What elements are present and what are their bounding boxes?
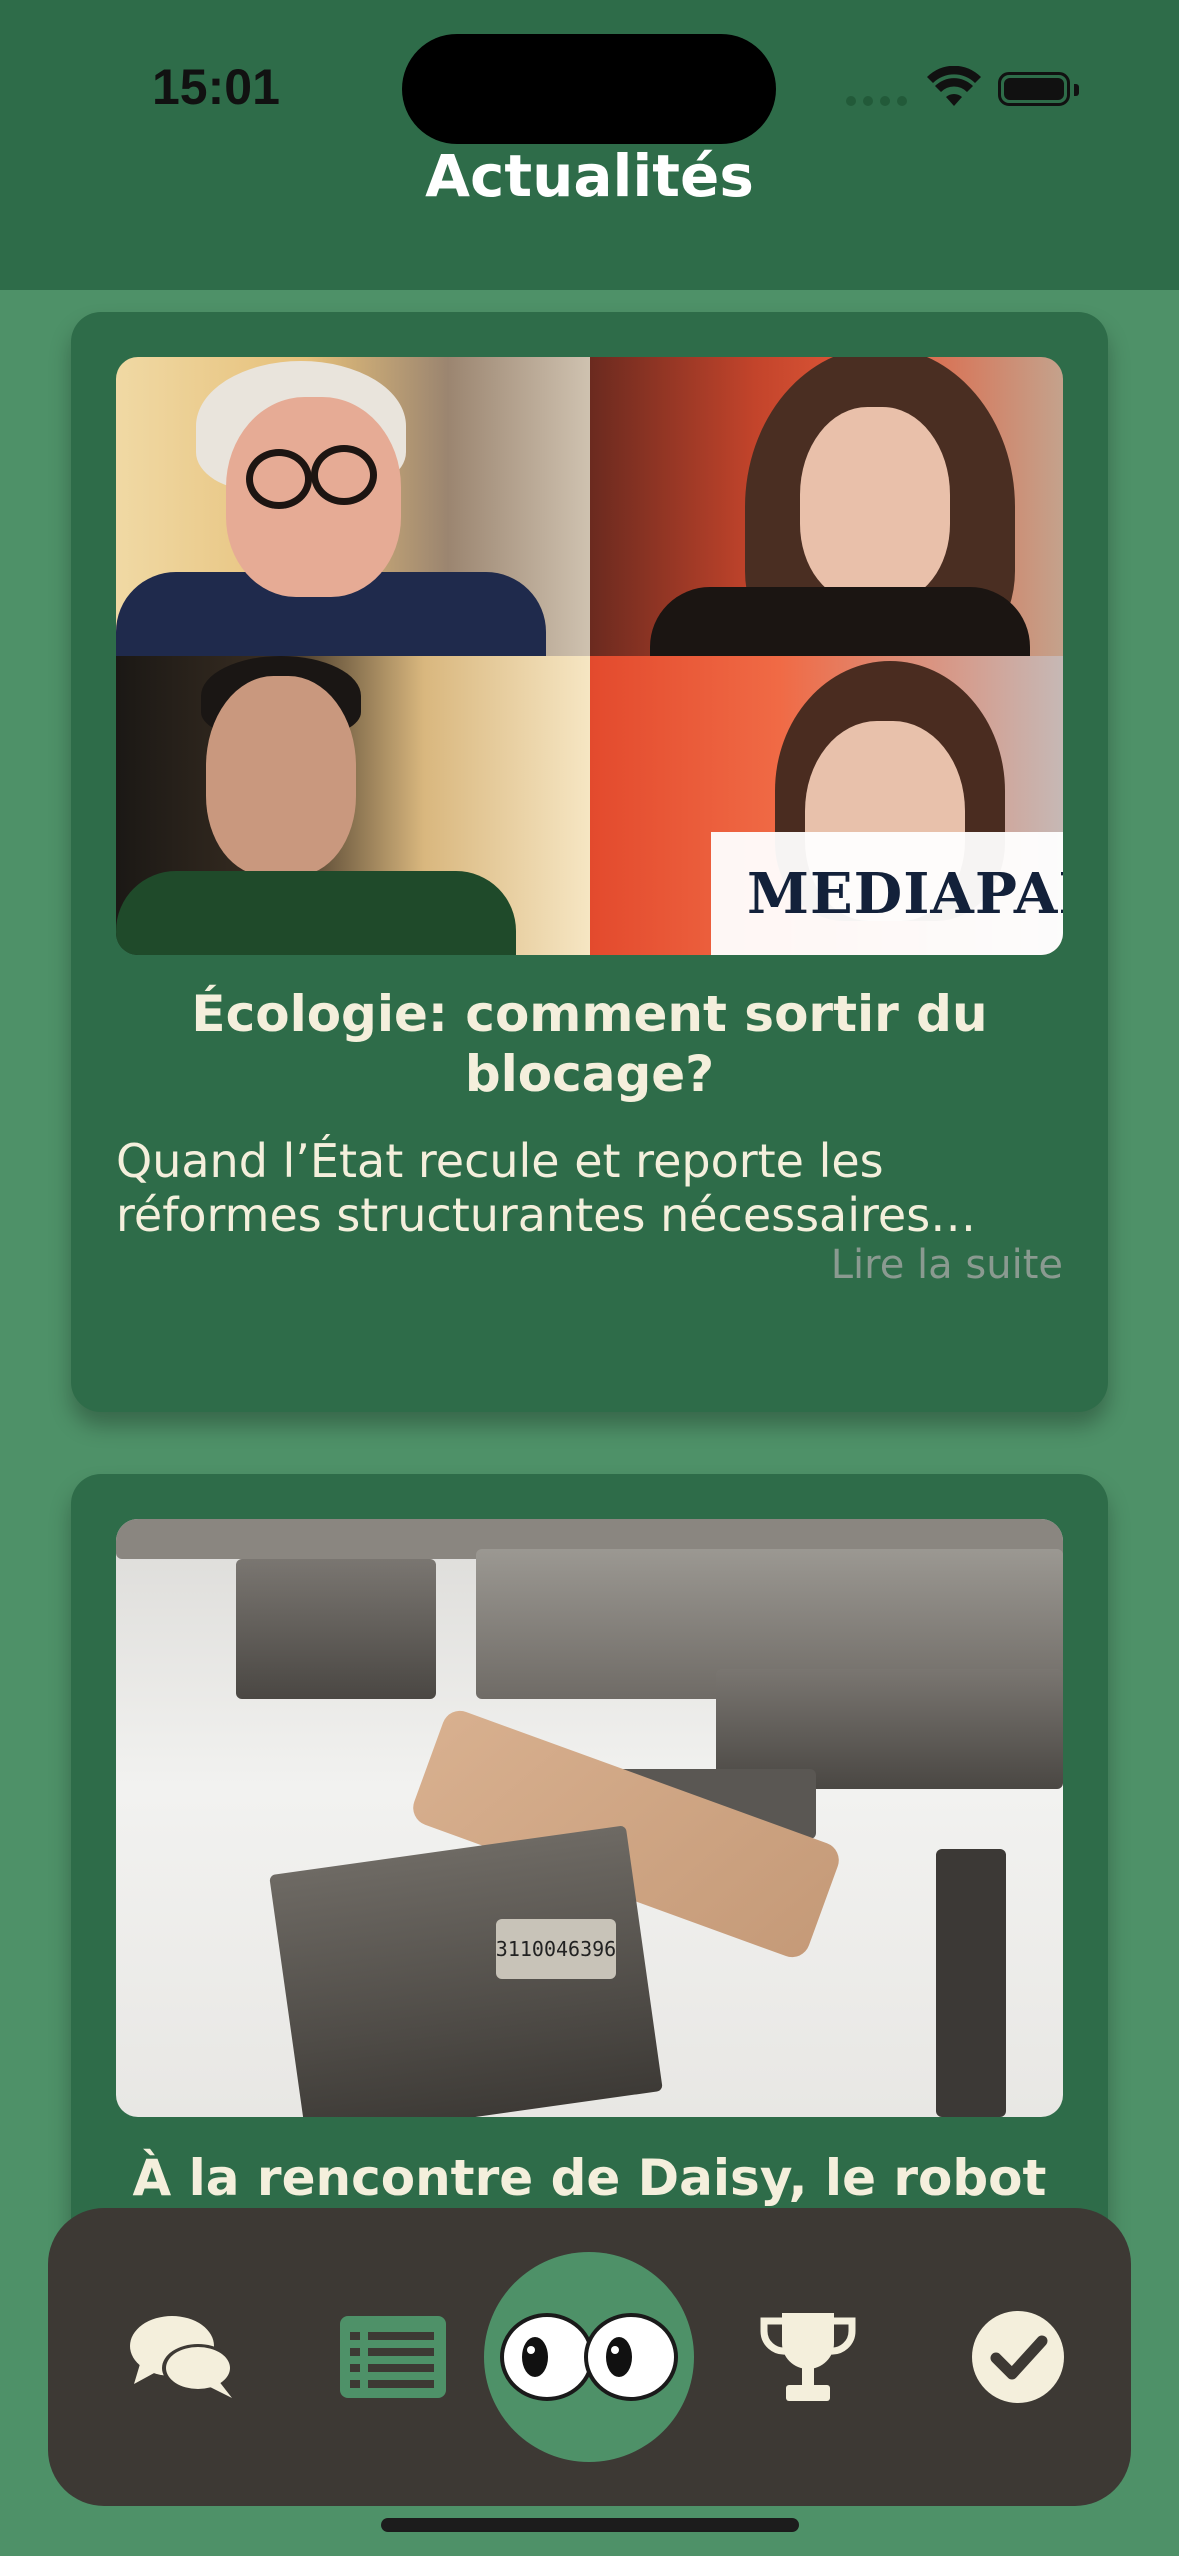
article-title: Écologie: comment sortir du blocage? bbox=[191, 985, 988, 1103]
article-title: À la rencontre de Daisy, le robot bbox=[132, 2149, 1047, 2207]
article-image[interactable]: MEDIAPART bbox=[116, 357, 1063, 955]
app-header: 15:01 Actualités bbox=[0, 0, 1179, 290]
robot-part-label: 3110046396 bbox=[496, 1919, 616, 1979]
read-more-link[interactable]: Lire la suite bbox=[831, 1242, 1063, 1288]
battery-icon bbox=[998, 72, 1070, 106]
debate-panel-top-right bbox=[589, 357, 1063, 656]
cellular-signal-icon bbox=[846, 96, 907, 106]
checkmark-circle-icon bbox=[972, 2311, 1064, 2403]
tab-check[interactable] bbox=[928, 2208, 1108, 2506]
debate-panel-bottom-left bbox=[116, 656, 590, 955]
tab-chat[interactable] bbox=[93, 2208, 273, 2506]
mediapart-logo: MEDIAPART bbox=[711, 832, 1063, 955]
chat-bubbles-icon bbox=[130, 2316, 234, 2398]
dynamic-island bbox=[402, 34, 776, 144]
tab-trophy[interactable] bbox=[718, 2208, 898, 2506]
article-image[interactable]: 3110046396 bbox=[116, 1519, 1063, 2117]
article-excerpt: Quand l’État recule et reporte les réfor… bbox=[116, 1134, 977, 1242]
tab-bar bbox=[48, 2208, 1131, 2506]
list-icon bbox=[340, 2316, 446, 2398]
home-indicator bbox=[381, 2518, 799, 2532]
tab-list[interactable] bbox=[303, 2208, 483, 2506]
status-icons bbox=[846, 62, 1086, 112]
tab-home[interactable] bbox=[483, 2208, 695, 2506]
article-card[interactable]: MEDIAPART Écologie: comment sortir du bl… bbox=[71, 312, 1108, 1412]
wifi-icon bbox=[927, 66, 981, 106]
trophy-icon bbox=[760, 2313, 856, 2401]
debate-panel-top-left bbox=[116, 357, 590, 656]
home-tab-highlight bbox=[484, 2252, 694, 2462]
page-title: Actualités bbox=[425, 142, 754, 210]
eyes-icon bbox=[500, 2313, 678, 2401]
status-time: 15:01 bbox=[152, 59, 280, 115]
